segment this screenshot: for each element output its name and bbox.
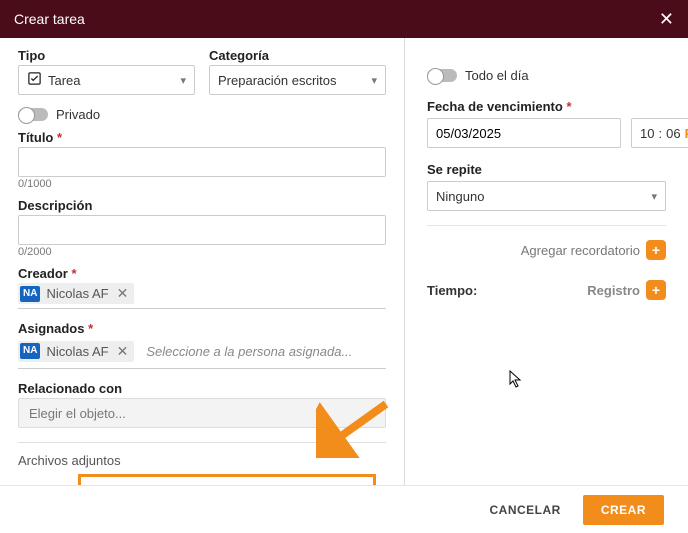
descripcion-input[interactable] (18, 215, 386, 245)
left-column: Tipo Tarea ▾ Ca (0, 38, 405, 485)
creador-row: NA Nicolas AF ✕ (18, 283, 386, 309)
create-button[interactable]: CREAR (583, 495, 664, 525)
relacionado-select[interactable]: Elegir el objeto... ▾ (18, 398, 386, 428)
checkbox-icon (27, 71, 42, 89)
categoria-value: Preparación escritos (218, 73, 337, 88)
repite-select[interactable]: Ninguno ▾ (427, 181, 666, 211)
creador-chip[interactable]: NA Nicolas AF ✕ (18, 283, 134, 304)
plus-icon[interactable]: + (646, 240, 666, 260)
fecha-label: Fecha de vencimiento * (427, 99, 666, 114)
time-ampm: PM (685, 126, 688, 141)
time-minute: 06 (666, 126, 680, 141)
create-task-modal: Crear tarea ✕ Tipo Tarea (0, 0, 688, 533)
titulo-label: Título * (18, 130, 386, 145)
attachment-highlight: Por favor, cargue o seleccione el docume… (78, 474, 376, 485)
titulo-counter: 0/1000 (18, 178, 386, 190)
todo-dia-toggle[interactable] (427, 69, 457, 82)
privado-toggle[interactable] (18, 108, 48, 121)
time-hour: 10 (640, 126, 654, 141)
asignados-name: Nicolas AF (46, 344, 108, 359)
tipo-label: Tipo (18, 48, 195, 63)
fecha-input[interactable] (427, 118, 621, 148)
asignados-chip[interactable]: NA Nicolas AF ✕ (18, 341, 134, 362)
creador-name: Nicolas AF (46, 286, 108, 301)
chevron-down-icon: ▾ (180, 74, 186, 87)
categoria-label: Categoría (209, 48, 386, 63)
repite-value: Ninguno (436, 189, 484, 204)
todo-dia-label: Todo el día (465, 68, 529, 83)
footer: CANCELAR CREAR (0, 485, 688, 533)
repite-label: Se repite (427, 162, 666, 177)
time-input[interactable]: 10 : 06 PM (631, 118, 688, 148)
relacionado-placeholder: Elegir el objeto... (29, 406, 126, 421)
modal-title: Crear tarea (14, 11, 85, 27)
titlebar: Crear tarea ✕ (0, 0, 688, 38)
archivos-label: Archivos adjuntos (18, 453, 386, 468)
chevron-down-icon: ▾ (369, 407, 375, 420)
agregar-recordatorio-link[interactable]: Agregar recordatorio (521, 243, 640, 258)
divider (427, 225, 666, 226)
registro-link[interactable]: Registro (587, 283, 640, 298)
right-column: Todo el día Fecha de vencimiento * 10 : … (405, 38, 688, 485)
modal-body: Tipo Tarea ▾ Ca (0, 38, 688, 485)
asignados-row: NA Nicolas AF ✕ (18, 338, 386, 369)
asignados-input[interactable] (140, 338, 386, 364)
descripcion-label: Descripción (18, 198, 386, 213)
descripcion-counter: 0/2000 (18, 246, 386, 258)
chevron-down-icon: ▾ (651, 190, 657, 203)
close-icon[interactable]: ✕ (659, 9, 674, 30)
cancel-button[interactable]: CANCELAR (477, 495, 572, 525)
plus-icon[interactable]: + (646, 280, 666, 300)
relacionado-label: Relacionado con (18, 381, 386, 396)
tiempo-label: Tiempo: (427, 283, 477, 298)
tipo-value: Tarea (48, 73, 81, 88)
tipo-select[interactable]: Tarea ▾ (18, 65, 195, 95)
categoria-select[interactable]: Preparación escritos ▾ (209, 65, 386, 95)
creador-label: Creador * (18, 266, 386, 281)
asignados-label: Asignados * (18, 321, 386, 336)
remove-icon[interactable]: ✕ (115, 285, 131, 302)
avatar: NA (20, 343, 40, 359)
avatar: NA (20, 286, 40, 302)
chevron-down-icon: ▾ (371, 74, 377, 87)
titulo-input[interactable] (18, 147, 386, 177)
divider (18, 442, 386, 443)
privado-label: Privado (56, 107, 100, 122)
remove-icon[interactable]: ✕ (115, 343, 131, 360)
